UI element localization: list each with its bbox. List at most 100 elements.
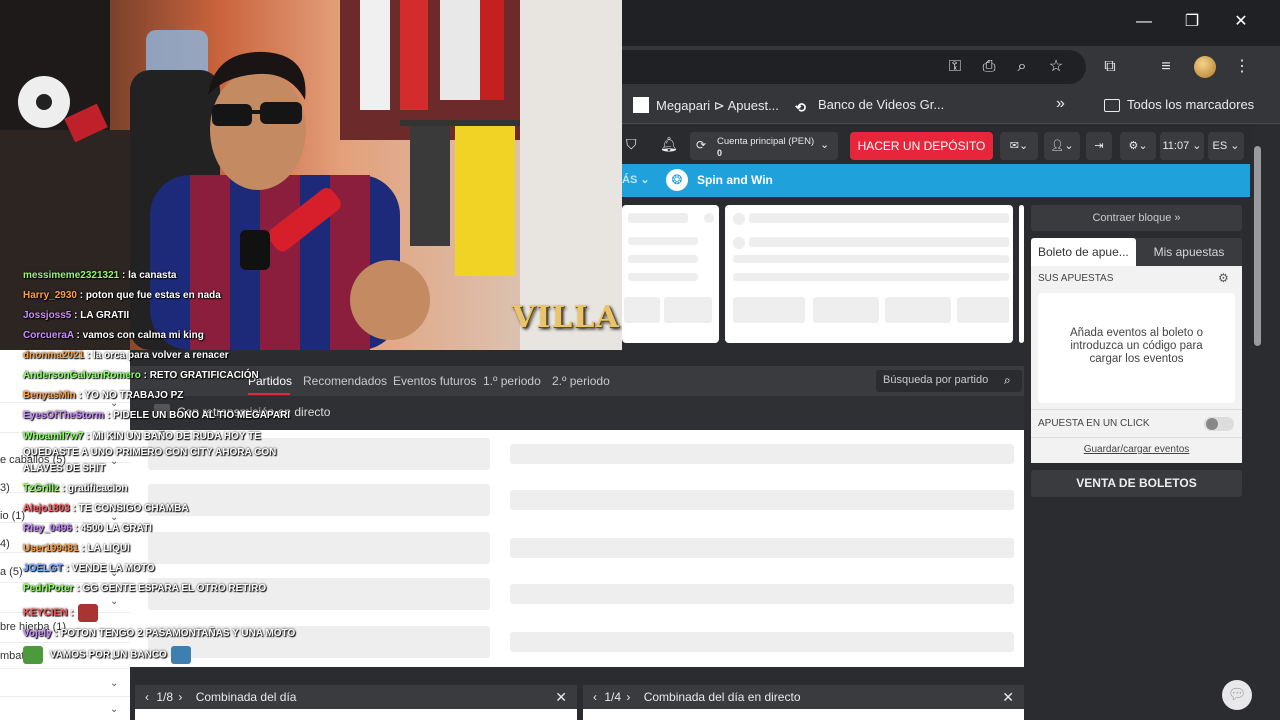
clock-button[interactable]: 11:07 ⌄ xyxy=(1160,132,1204,160)
promo-card[interactable] xyxy=(725,205,1013,343)
install-app-icon[interactable]: ⎙ xyxy=(977,55,1001,79)
search-icon[interactable]: ⌕ xyxy=(1004,373,1011,388)
settings-button[interactable]: ⚙⌄ xyxy=(1120,132,1156,160)
key-icon[interactable]: ⚿ xyxy=(943,55,967,79)
prev-arrow-icon[interactable]: ‹ xyxy=(593,690,597,704)
mail-icon: ✉︎⌄ xyxy=(1009,140,1029,152)
skeleton-line xyxy=(733,255,1009,263)
all-bookmarks-folder[interactable]: Todos los marcadores xyxy=(1104,97,1254,112)
tab-recomendados[interactable]: Recomendados xyxy=(303,374,387,388)
skeleton-button xyxy=(813,297,879,323)
profile-avatar[interactable] xyxy=(1194,56,1216,78)
zoom-icon[interactable]: ⌕ xyxy=(1010,55,1034,79)
ticket-sale-button[interactable]: VENTA DE BOLETOS xyxy=(1031,470,1242,497)
promo-card[interactable] xyxy=(622,205,719,343)
tab-segundo-periodo[interactable]: 2.º periodo xyxy=(552,374,610,388)
save-load-events-link[interactable]: Guardar/cargar eventos xyxy=(1031,444,1242,455)
divider xyxy=(1031,409,1242,410)
chevron-down-icon[interactable]: ⌄ xyxy=(110,678,118,689)
chevron-down-icon[interactable]: ⌄ xyxy=(820,138,829,151)
gear-icon: ⚙⌄ xyxy=(1128,140,1148,152)
skeleton-dot xyxy=(704,213,714,223)
chat-support-icon[interactable]: 💬︎ xyxy=(1222,680,1252,710)
gear-icon[interactable]: ⚙ xyxy=(1218,271,1229,285)
skeleton-dot xyxy=(733,237,745,249)
more-bookmarks-button[interactable]: » xyxy=(1056,95,1065,113)
chat-username[interactable]: Vojely xyxy=(23,628,52,639)
chat-text: : xyxy=(67,607,74,619)
chat-username[interactable]: Harry_2930 xyxy=(23,290,77,301)
refresh-icon[interactable]: ⟳ xyxy=(696,138,706,152)
bookmark-star-icon[interactable]: ☆ xyxy=(1044,55,1068,79)
tab-betslip[interactable]: Boleto de apue... xyxy=(1031,238,1136,266)
chat-username[interactable]: JOELGT xyxy=(23,563,63,574)
chat-message: AndersonGalvanRomero : RETO GRATIFICACIÓ… xyxy=(23,370,259,381)
chat-username[interactable]: Whoamil7w7 xyxy=(23,431,84,442)
skeleton-line xyxy=(749,237,1009,247)
chat-username[interactable]: Riey_0496 xyxy=(23,523,72,534)
close-icon[interactable]: ✕ xyxy=(1002,685,1014,709)
chat-username[interactable]: CorcueraA xyxy=(23,330,74,341)
combo-pager: 1/8 xyxy=(156,690,174,704)
chat-username[interactable]: User199481 xyxy=(23,543,79,554)
chat-message: VAMOS POR UN BANCO xyxy=(23,646,191,664)
minimize-button[interactable]: — xyxy=(1129,10,1159,34)
restore-button[interactable]: ❐ xyxy=(1177,10,1207,34)
deposit-button[interactable]: HACER UN DEPÓSITO xyxy=(850,132,993,160)
live-daily-combo-panel[interactable]: ‹ 1/4 › Combinada del día en directo ✕ xyxy=(583,685,1024,709)
sport-item[interactable]: 3) xyxy=(0,482,10,494)
bookmark-banco-videos[interactable]: ⟲ Banco de Videos Gr... xyxy=(795,97,944,116)
logout-button[interactable]: ⇥ xyxy=(1086,132,1112,160)
bell-icon[interactable]: 🔔︎ xyxy=(660,136,678,153)
extensions-icon[interactable]: ⧉ xyxy=(1098,55,1122,79)
profile-button[interactable]: 👤︎⌄ xyxy=(1044,132,1080,160)
skeleton-button xyxy=(624,297,660,323)
spin-and-win-link[interactable]: Spin and Win xyxy=(697,173,773,187)
chevron-down-icon[interactable]: ⌄ xyxy=(110,596,118,607)
close-icon[interactable]: ✕ xyxy=(555,685,567,709)
page-icon xyxy=(633,97,649,113)
bookmark-megapari[interactable]: Megapari ⊳ Apuest... xyxy=(633,97,779,114)
menu-kebab-icon[interactable]: ⋮ xyxy=(1230,55,1254,79)
combo-title: Combinada del día en directo xyxy=(643,690,801,704)
shield-icon[interactable]: ⛉ xyxy=(626,136,637,153)
close-window-button[interactable]: ✕ xyxy=(1226,10,1256,34)
chat-username[interactable]: messimeme2321321 xyxy=(23,270,119,281)
collapse-block-button[interactable]: Contraer bloque » xyxy=(1031,205,1242,231)
chat-username[interactable]: Alejo1803 xyxy=(23,503,70,514)
pin-icon: ⟲ xyxy=(795,100,806,115)
one-click-bet-label: APUESTA EN UN CLICK xyxy=(1038,418,1150,429)
chat-message: CorcueraA : vamos con calma mi king xyxy=(23,330,204,341)
chevron-down-icon[interactable]: ⌄ xyxy=(110,704,118,715)
sport-item[interactable]: a (5) xyxy=(0,566,23,578)
skeleton-row xyxy=(148,484,490,516)
chat-text: : la orca para volver a renacer xyxy=(84,350,229,361)
skeleton-line xyxy=(749,213,1009,223)
daily-combo-panel[interactable]: ‹ 1/8 › Combinada del día ✕ xyxy=(135,685,577,709)
media-queue-icon[interactable]: ≡ xyxy=(1154,55,1178,79)
account-label: Cuenta principal (PEN) xyxy=(717,136,815,147)
scrollbar-thumb[interactable] xyxy=(1254,146,1261,346)
language-selector[interactable]: ES ⌄ xyxy=(1208,132,1244,160)
chat-username[interactable]: KEYCIEN xyxy=(23,608,67,619)
chat-message: Harry_2930 : poton que fue estas en nada xyxy=(23,290,221,301)
chat-text: : VENDE LA MOTO xyxy=(63,563,155,574)
next-arrow-icon[interactable]: › xyxy=(178,690,182,704)
messages-button[interactable]: ✉︎⌄ xyxy=(1000,132,1038,160)
skeleton-odds xyxy=(510,444,1014,464)
chat-username[interactable]: Jossjoss5 xyxy=(23,310,71,321)
next-arrow-icon[interactable]: › xyxy=(626,690,630,704)
chat-username[interactable]: dnonma2021 xyxy=(23,350,84,361)
chat-username[interactable]: BenyasMin xyxy=(23,390,76,401)
prev-arrow-icon[interactable]: ‹ xyxy=(145,690,149,704)
chat-username[interactable]: AndersonGalvanRomero xyxy=(23,370,141,381)
tab-primer-periodo[interactable]: 1.º periodo xyxy=(483,374,541,388)
more-games-menu[interactable]: ÁS ⌄ xyxy=(622,173,650,186)
chat-username[interactable]: TzGrillz xyxy=(23,483,59,494)
chat-username[interactable]: PedriPoter xyxy=(23,583,74,594)
sport-item[interactable]: 4) xyxy=(0,538,10,550)
tab-my-bets[interactable]: Mis apuestas xyxy=(1136,238,1242,266)
sport-item[interactable]: io (1) xyxy=(0,510,25,522)
tab-eventos-futuros[interactable]: Eventos futuros xyxy=(393,374,476,388)
chat-username[interactable]: EyesOfTheStorm xyxy=(23,410,104,421)
